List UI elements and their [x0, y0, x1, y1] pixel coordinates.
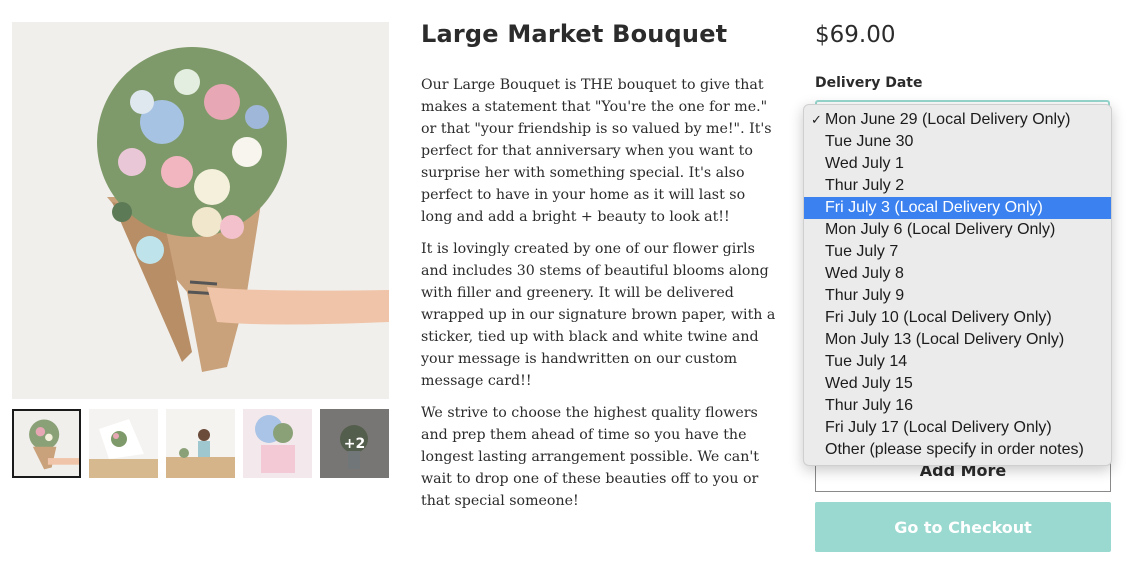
- delivery-option[interactable]: Fri July 3 (Local Delivery Only): [804, 197, 1111, 219]
- bouquet-thumb-image: [14, 411, 79, 476]
- thumbnail-3[interactable]: [166, 409, 235, 478]
- delivery-option-label: Mon June 29 (Local Delivery Only): [825, 111, 1071, 128]
- thumbnail-1[interactable]: [12, 409, 81, 478]
- product-description: Our Large Bouquet is THE bouquet to give…: [421, 74, 776, 522]
- delivery-option[interactable]: Tue June 30: [804, 131, 1111, 153]
- delivery-option-label: Wed July 15: [825, 375, 913, 392]
- thumbnail-4[interactable]: [243, 409, 312, 478]
- delivery-option-label: Mon July 13 (Local Delivery Only): [825, 331, 1065, 348]
- delivery-option-label: Fri July 10 (Local Delivery Only): [825, 309, 1052, 326]
- delivery-option[interactable]: Tue July 14: [804, 351, 1111, 373]
- thumbnail-5[interactable]: +2: [320, 409, 389, 478]
- delivery-option[interactable]: Wed July 15: [804, 373, 1111, 395]
- product-title: Large Market Bouquet: [421, 20, 728, 48]
- wrapping-thumb-image: [89, 409, 158, 478]
- delivery-date-dropdown: ✓ Mon June 29 (Local Delivery Only) Tue Ju…: [803, 104, 1112, 466]
- delivery-option[interactable]: Wed July 8: [804, 263, 1111, 285]
- delivery-option-label: Wed July 8: [825, 265, 904, 282]
- description-paragraph-1: Our Large Bouquet is THE bouquet to give…: [421, 77, 772, 225]
- delivery-option-label: Thur July 9: [825, 287, 905, 304]
- delivery-option-label: Fri July 3 (Local Delivery Only): [825, 199, 1043, 216]
- delivery-option-label: Thur July 16: [825, 397, 914, 414]
- pink-bouquet-thumb-image: [243, 409, 312, 478]
- delivery-option-label: Other (please specify in order notes): [825, 441, 1084, 458]
- description-paragraph-3: We strive to choose the highest quality …: [421, 405, 759, 509]
- delivery-option-label: Mon July 6 (Local Delivery Only): [825, 221, 1056, 238]
- delivery-option-label: Wed July 1: [825, 155, 904, 172]
- delivery-option[interactable]: Fri July 17 (Local Delivery Only): [804, 417, 1111, 439]
- product-main-image[interactable]: [12, 22, 389, 399]
- delivery-option[interactable]: Wed July 1: [804, 153, 1111, 175]
- checkout-button[interactable]: Go to Checkout: [815, 502, 1111, 552]
- more-images-overlay: +2: [320, 409, 389, 478]
- delivery-option-label: Tue June 30: [825, 133, 914, 150]
- delivery-option[interactable]: Thur July 2: [804, 175, 1111, 197]
- delivery-option[interactable]: Fri July 10 (Local Delivery Only): [804, 307, 1111, 329]
- product-price: $69.00: [815, 22, 896, 48]
- delivery-option[interactable]: Thur July 9: [804, 285, 1111, 307]
- delivery-option[interactable]: Thur July 16: [804, 395, 1111, 417]
- delivery-option-label: Thur July 2: [825, 177, 905, 194]
- delivery-option-label: Fri July 17 (Local Delivery Only): [825, 419, 1052, 436]
- delivery-option[interactable]: Mon July 13 (Local Delivery Only): [804, 329, 1111, 351]
- description-paragraph-2: It is lovingly created by one of our flo…: [421, 241, 776, 389]
- thumbnail-2[interactable]: [89, 409, 158, 478]
- delivery-option-label: Tue July 7: [825, 243, 899, 260]
- delivery-date-label: Delivery Date: [815, 75, 923, 91]
- delivery-option[interactable]: Mon July 6 (Local Delivery Only): [804, 219, 1111, 241]
- checkmark-icon: ✓: [811, 112, 822, 127]
- delivery-option[interactable]: Tue July 7: [804, 241, 1111, 263]
- bouquet-image: [12, 22, 389, 399]
- delivery-option-label: Tue July 14: [825, 353, 908, 370]
- florist-thumb-image: [166, 409, 235, 478]
- delivery-option[interactable]: ✓ Mon June 29 (Local Delivery Only): [804, 109, 1111, 131]
- delivery-option[interactable]: Other (please specify in order notes): [804, 439, 1111, 461]
